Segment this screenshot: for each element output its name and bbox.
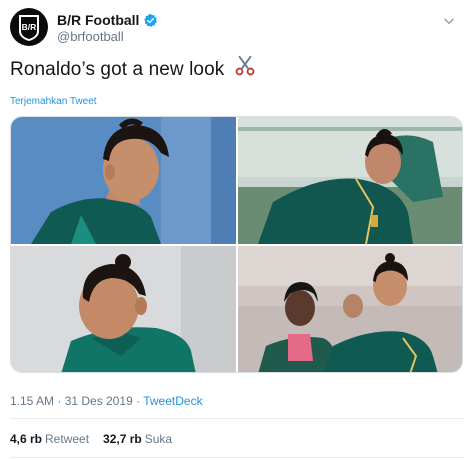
like-stat[interactable]: 32,7 rb Suka (103, 432, 172, 446)
divider-bottom (10, 457, 463, 458)
tweet-card: B/R B/R Football @brfootball Ronaldo’s g… (0, 0, 469, 460)
like-count: 32,7 rb (103, 432, 142, 446)
media-grid[interactable] (10, 116, 463, 373)
tweet-source-link[interactable]: TweetDeck (143, 394, 202, 408)
tweet-meta: 1.15 AM · 31 Des 2019 · TweetDeck (10, 394, 203, 408)
photo-ronaldo-smiling[interactable] (238, 246, 462, 372)
verified-badge-icon (144, 13, 158, 27)
retweet-stat[interactable]: 4,6 rb Retweet (10, 432, 89, 446)
retweet-label: Retweet (45, 432, 90, 446)
author-display-name[interactable]: B/R Football (57, 12, 139, 28)
photo-ronaldo-side-profile[interactable] (11, 117, 236, 244)
tweet-text: Ronaldo’s got a new look (10, 55, 256, 81)
meta-separator-2: · (132, 394, 144, 408)
like-label: Suka (144, 432, 173, 446)
author-handle[interactable]: @brfootball (57, 29, 124, 44)
scissors-icon (235, 55, 255, 76)
photo-ronaldo-training[interactable] (238, 117, 462, 244)
meta-separator: · (54, 394, 65, 408)
tweet-text-body: Ronaldo’s got a new look (10, 59, 225, 80)
retweet-count: 4,6 rb (10, 432, 43, 446)
divider (10, 418, 463, 419)
tweet-time[interactable]: 1.15 AM (10, 394, 54, 408)
author-avatar[interactable]: B/R (10, 8, 48, 46)
author-name-row[interactable]: B/R Football (57, 12, 158, 28)
chevron-down-icon[interactable] (442, 14, 456, 28)
engagement-stats: 4,6 rb Retweet 32,7 rb Suka (10, 432, 172, 446)
photo-ronaldo-man-bun[interactable] (11, 246, 236, 372)
translate-tweet-link[interactable]: Terjemahkan Tweet (10, 96, 97, 107)
avatar-text: B/R (22, 22, 37, 32)
tweet-date[interactable]: 31 Des 2019 (65, 394, 133, 408)
br-logo-icon: B/R (19, 15, 39, 41)
